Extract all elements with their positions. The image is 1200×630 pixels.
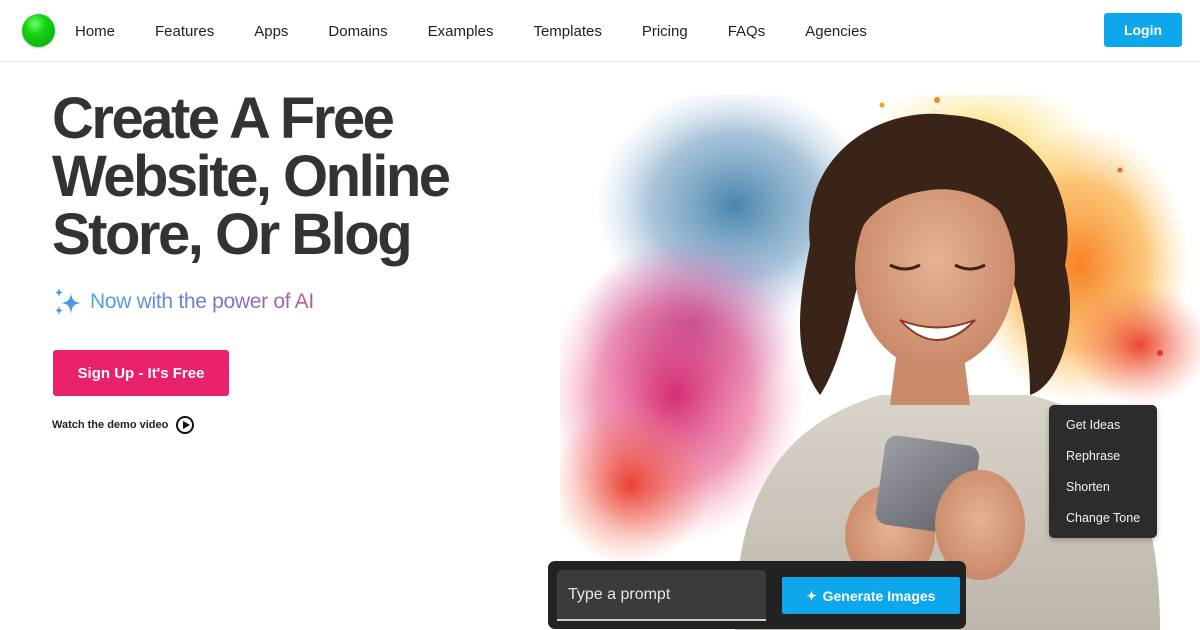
ai-tagline: Now with the power of AI [52,287,314,317]
nav-link-faqs[interactable]: FAQs [728,23,766,40]
headline-line-1: Create A Free [52,86,395,151]
prompt-input[interactable] [557,570,766,621]
headline-line-2: Website, Online [52,144,451,209]
nav-link-domains[interactable]: Domains [328,23,387,40]
sparkle-icon: ✦ [806,588,817,603]
ai-writing-menu: Get Ideas Rephrase Shorten Change Tone [1049,405,1157,538]
menu-item-change-tone[interactable]: Change Tone [1049,506,1157,537]
sparkles-icon [55,288,81,315]
generate-images-button[interactable]: ✦ Generate Images [782,577,960,614]
top-navigation: Home Features Apps Domains Examples Temp… [0,0,1200,62]
menu-item-rephrase[interactable]: Rephrase [1049,444,1157,475]
play-circle-icon[interactable] [176,416,195,434]
signup-button[interactable]: Sign Up - It's Free [53,350,229,396]
watch-demo-link[interactable]: Watch the demo video [52,416,195,434]
nav-link-examples[interactable]: Examples [428,23,494,40]
watch-demo-label: Watch the demo video [52,419,169,431]
login-button[interactable]: Login [1104,13,1182,47]
nav-link-templates[interactable]: Templates [533,23,601,40]
nav-link-agencies[interactable]: Agencies [805,23,867,40]
prompt-bar: ✦ Generate Images [548,561,966,629]
nav-link-pricing[interactable]: Pricing [642,23,688,40]
generate-images-label: Generate Images [822,587,936,604]
hero-image [560,95,1200,630]
headline-line-3: Store, Or Blog [52,202,413,267]
page-headline: Create A Free Website, Online Store, Or … [52,90,522,264]
nav-link-home[interactable]: Home [75,23,115,40]
menu-item-shorten[interactable]: Shorten [1049,475,1157,506]
nav-link-features[interactable]: Features [155,23,214,40]
menu-item-get-ideas[interactable]: Get Ideas [1049,413,1157,444]
nav-link-apps[interactable]: Apps [254,23,288,40]
nav-links: Home Features Apps Domains Examples Temp… [75,0,907,62]
ai-tagline-text: Now with the power of AI [90,290,314,313]
logo-icon[interactable] [22,14,55,47]
